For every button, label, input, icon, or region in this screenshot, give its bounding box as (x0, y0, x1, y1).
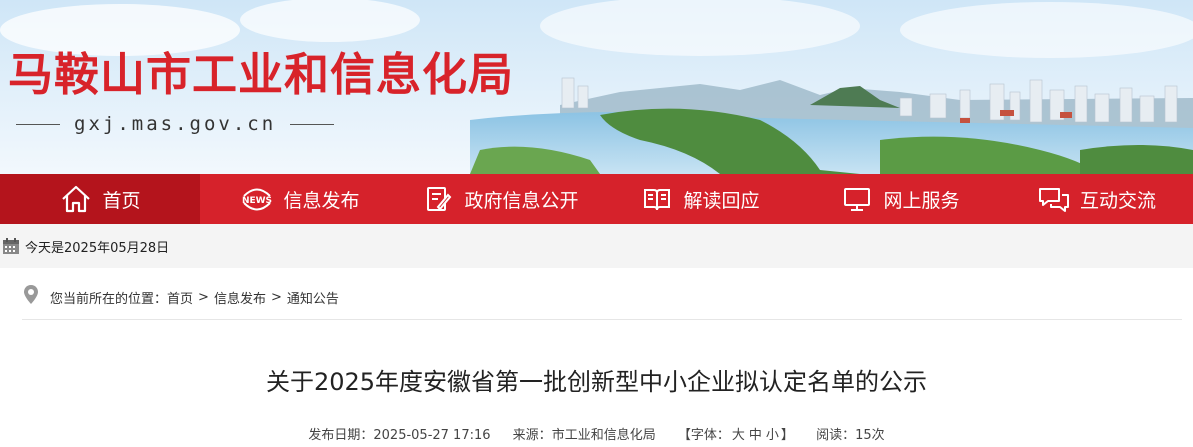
svg-text:NEWS: NEWS (242, 196, 272, 206)
header-banner: 马鞍山市工业和信息化局 gxj.mas.gov.cn (0, 0, 1193, 174)
breadcrumb-separator: > (270, 290, 282, 305)
site-domain: gxj.mas.gov.cn (74, 113, 277, 135)
breadcrumb-separator: > (198, 290, 209, 305)
news-icon: NEWS (240, 184, 274, 214)
publish-date-label: 发布日期： (308, 428, 374, 443)
font-size-close: 】 (780, 428, 794, 443)
breadcrumb: 您当前所在的位置： 首页 > 信息发布 > 通知公告 (22, 276, 1182, 320)
today-date: 今天是2025年05月28日 (25, 240, 170, 256)
publish-date: 发布日期：2025-05-27 17:16 (308, 428, 490, 443)
breadcrumb-news-link[interactable]: 信息发布 (214, 288, 266, 307)
nav-item-interpretation[interactable]: 解读回应 (600, 174, 800, 224)
views-value: 15次 (855, 428, 885, 443)
site-domain-row: gxj.mas.gov.cn (16, 113, 335, 135)
nav-item-home[interactable]: 首页 (0, 174, 200, 224)
nav-item-news[interactable]: NEWS 信息发布 (200, 174, 400, 224)
chat-bubbles-icon (1037, 184, 1071, 214)
article-title: 关于2025年度安徽省第一批创新型中小企业拟认定名单的公示 (265, 368, 928, 396)
nav-label-interpretation: 解读回应 (683, 189, 760, 212)
font-size-label: 【字体： (677, 428, 730, 443)
nav-item-gov-info[interactable]: 政府信息公开 (400, 174, 600, 224)
date-bar: 今天是2025年05月28日 (0, 224, 1193, 268)
article-source: 来源：市工业和信息化局 (513, 428, 656, 443)
breadcrumb-notice-link[interactable]: 通知公告 (287, 288, 339, 307)
site-title: 马鞍山市工业和信息化局 (8, 48, 515, 101)
source-label: 来源： (512, 428, 552, 443)
open-book-icon (640, 184, 674, 214)
font-size-small[interactable]: 小 (766, 428, 779, 443)
nav-label-online-service: 网上服务 (883, 189, 960, 212)
source-value: 市工业和信息化局 (551, 428, 656, 443)
monitor-icon (840, 184, 874, 214)
nav-label-news: 信息发布 (283, 189, 360, 212)
font-size-medium[interactable]: 中 (749, 428, 762, 443)
font-size-switcher: 【字体：大中小】 (678, 428, 794, 443)
article-panel: 您当前所在的位置： 首页 > 信息发布 > 通知公告 关于2025年度安徽省第一… (0, 268, 1193, 447)
nav-item-interaction[interactable]: 互动交流 (1000, 174, 1193, 224)
view-count: 阅读：15次 (816, 428, 885, 443)
nav-label-gov-info: 政府信息公开 (464, 189, 579, 212)
document-edit-icon (421, 184, 455, 214)
home-icon (59, 184, 93, 214)
breadcrumb-prefix: 您当前所在的位置： (50, 292, 168, 307)
calendar-icon (2, 237, 20, 255)
views-label: 阅读： (816, 428, 856, 443)
publish-date-value: 2025-05-27 17:16 (373, 428, 491, 443)
main-nav: 首页 NEWS 信息发布 政府信息公开 解读回应 网上服务 互动交流 (0, 174, 1193, 224)
nav-label-home: 首页 (102, 189, 141, 212)
article-meta: 发布日期：2025-05-27 17:16 来源：市工业和信息化局 【字体：大中… (0, 424, 1193, 443)
nav-item-online-service[interactable]: 网上服务 (800, 174, 1000, 224)
domain-left-rule (16, 123, 60, 125)
breadcrumb-home-link[interactable]: 首页 (167, 288, 193, 307)
location-pin-icon (22, 284, 40, 306)
font-size-large[interactable]: 大 (732, 428, 745, 443)
nav-label-interaction: 互动交流 (1079, 189, 1156, 212)
domain-right-rule (290, 123, 335, 125)
